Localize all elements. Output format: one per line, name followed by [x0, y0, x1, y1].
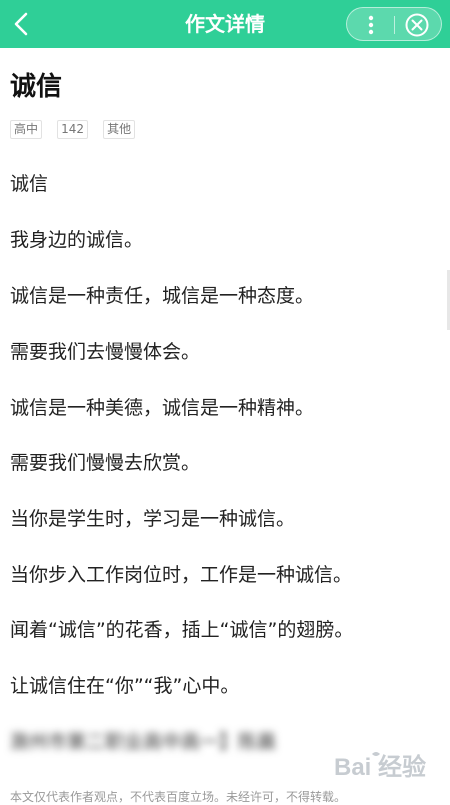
disclaimer: 本文仅代表作者观点，不代表百度立场。未经许可，不得转载。 [10, 790, 347, 804]
tag-grade[interactable]: 高中 [10, 120, 43, 139]
watermark-text: Bai 经验 [334, 753, 426, 781]
tag-list: 高中 142 其他 [10, 118, 145, 139]
top-bar: 作文详情 [0, 0, 450, 48]
paragraph: 让诚信住在“你”“我”心中。 [10, 675, 240, 697]
paragraph: 诚信是一种责任，城信是一种态度。 [10, 285, 315, 307]
close-circle-icon [405, 13, 429, 37]
more-button[interactable] [359, 12, 383, 38]
author-info: 滁州市第二职业高中高一】陈晨 [10, 731, 277, 753]
paragraph: 当你步入工作岗位时，工作是一种诚信。 [10, 564, 353, 586]
paragraph: 当你是学生时，学习是一种诚信。 [10, 508, 296, 530]
article-title: 诚信 [10, 72, 63, 102]
baidu-jingyan-watermark-logo: Bai 经验 [334, 752, 426, 781]
paragraph: 诚信是一种美德，诚信是一种精神。 [10, 397, 315, 419]
tag-count[interactable]: 142 [57, 120, 89, 139]
paragraph: 需要我们慢慢去欣赏。 [10, 452, 201, 474]
paragraph: 需要我们去慢慢体会。 [10, 341, 201, 363]
paragraph: 闻着“诚信”的花香，插上“诚信”的翅膀。 [10, 619, 354, 641]
tag-category[interactable]: 其他 [103, 120, 136, 139]
paragraph: 诚信 [10, 173, 49, 195]
pill-divider [394, 16, 395, 34]
more-vertical-icon [368, 15, 374, 35]
paragraph: 我身边的诚信。 [10, 229, 144, 251]
action-pill [346, 7, 442, 41]
close-button[interactable] [404, 12, 430, 38]
